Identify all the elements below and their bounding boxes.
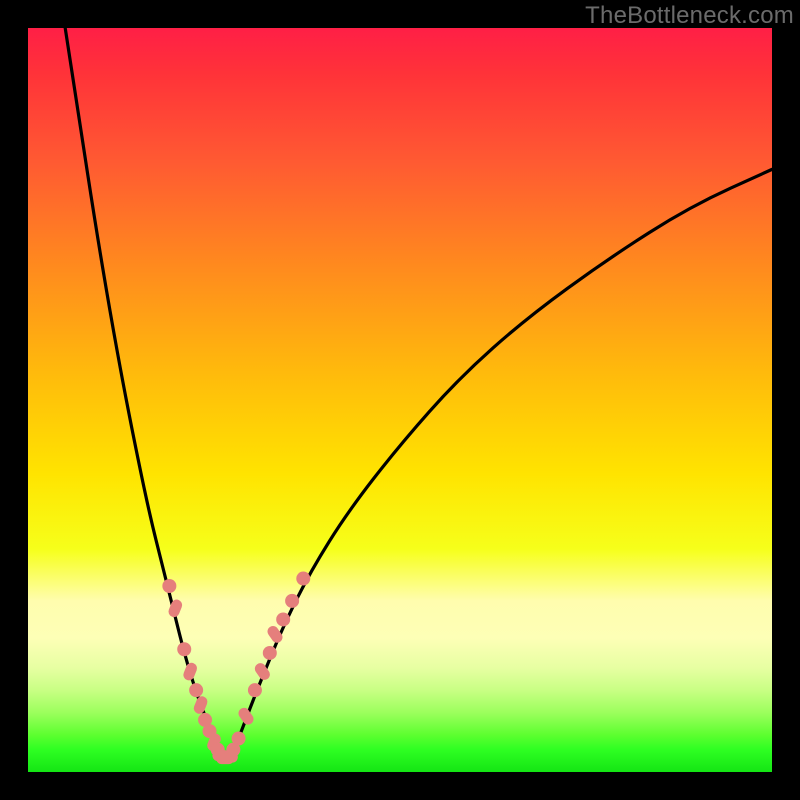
data-marker (285, 594, 299, 608)
data-marker (192, 695, 209, 716)
chart-container: TheBottleneck.com (0, 0, 800, 800)
left-curve (65, 28, 219, 757)
markers-left (162, 579, 224, 757)
data-marker (167, 598, 184, 619)
data-marker (276, 612, 290, 626)
data-marker (189, 683, 203, 697)
data-marker (263, 646, 277, 660)
data-marker (236, 706, 255, 727)
data-marker (248, 683, 262, 697)
plot-area (28, 28, 772, 772)
curves-svg (28, 28, 772, 772)
watermark-text: TheBottleneck.com (585, 2, 794, 30)
data-marker (232, 732, 246, 746)
data-marker (182, 661, 199, 682)
data-marker (177, 642, 191, 656)
data-marker (162, 579, 176, 593)
data-marker (296, 572, 310, 586)
right-curve (231, 169, 772, 757)
